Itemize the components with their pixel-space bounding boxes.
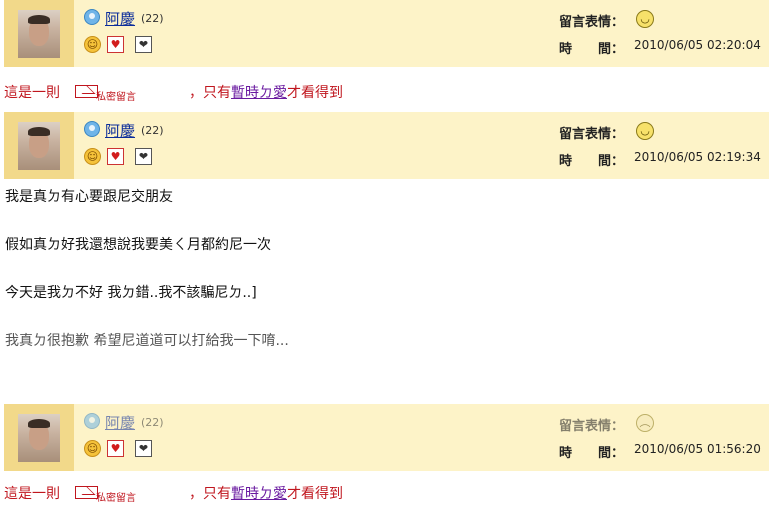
owner-link[interactable]: 暫時ㄉ愛 <box>231 85 287 101</box>
post-header: 阿慶 (22) ☺ ♥ ❤ 留言表情： ︵ 時 間： 2010/06/05 01… <box>4 404 769 471</box>
notice-prefix: 這是一則 <box>4 85 60 101</box>
user-age: (22) <box>141 12 164 25</box>
mood-label: 留言表情： <box>559 419 625 434</box>
user-icon <box>84 413 100 429</box>
heart-icon[interactable]: ♥ <box>107 440 124 457</box>
envelope-icon <box>75 486 98 499</box>
time-label: 時 間： <box>559 154 625 169</box>
message-line: 今天是我ㄉ不好 我ㄉ錯..我不該騙尼ㄉ..] <box>5 285 257 301</box>
time-label: 時 間： <box>559 42 625 57</box>
private-label: 私密留言 <box>96 92 136 103</box>
smile-icon[interactable]: ☺ <box>84 148 101 165</box>
notice-prefix: 這是一則 <box>4 486 60 502</box>
mood-label: 留言表情： <box>559 15 625 30</box>
notice-suffix: 才看得到 <box>287 85 343 101</box>
gift-icon[interactable]: ❤ <box>135 148 152 165</box>
post-timestamp: 2010/06/05 02:19:34 <box>634 150 761 164</box>
gift-icon[interactable]: ❤ <box>135 440 152 457</box>
owner-link[interactable]: 暫時ㄉ愛 <box>231 486 287 502</box>
username-link[interactable]: 阿慶 <box>105 412 135 433</box>
avatar-frame <box>4 404 74 471</box>
grin-face-icon: ◡ <box>636 10 654 28</box>
smile-icon[interactable]: ☺ <box>84 440 101 457</box>
user-age: (22) <box>141 124 164 137</box>
post-header: 阿慶 (22) ☺ ♥ ❤ 留言表情： ◡ 時 間： 2010/06/05 02… <box>4 112 769 179</box>
mood-label: 留言表情： <box>559 127 625 142</box>
envelope-icon <box>75 85 98 98</box>
avatar[interactable] <box>18 414 60 462</box>
post-header: 阿慶 (22) ☺ ♥ ❤ 留言表情： ◡ 時 間： 2010/06/05 02… <box>4 0 769 67</box>
avatar-frame <box>4 112 74 179</box>
post-timestamp: 2010/06/05 01:56:20 <box>634 442 761 456</box>
smile-icon[interactable]: ☺ <box>84 36 101 53</box>
heart-icon[interactable]: ♥ <box>107 36 124 53</box>
private-message-notice: 這是一則 私密留言 ，只有暫時ㄉ愛才看得到 <box>4 483 404 504</box>
avatar-frame <box>4 0 74 67</box>
message-line: 假如真ㄉ好我還想說我要美ㄑ月都約尼一次 <box>5 237 271 253</box>
user-icon <box>84 9 100 25</box>
avatar[interactable] <box>18 122 60 170</box>
grin-face-icon: ◡ <box>636 122 654 140</box>
user-age: (22) <box>141 416 164 429</box>
time-label: 時 間： <box>559 446 625 461</box>
post-timestamp: 2010/06/05 02:20:04 <box>634 38 761 52</box>
private-message-notice: 這是一則 私密留言 ，只有暫時ㄉ愛才看得到 <box>4 82 404 103</box>
username-link[interactable]: 阿慶 <box>105 120 135 141</box>
sad-face-icon: ︵ <box>636 414 654 432</box>
message-line: 我真ㄉ很抱歉 希望尼道道可以打給我一下唷... <box>5 333 289 349</box>
username-link[interactable]: 阿慶 <box>105 8 135 29</box>
avatar[interactable] <box>18 10 60 58</box>
heart-icon[interactable]: ♥ <box>107 148 124 165</box>
private-label: 私密留言 <box>96 493 136 504</box>
notice-middle: ，只有 <box>189 486 231 502</box>
notice-suffix: 才看得到 <box>287 486 343 502</box>
gift-icon[interactable]: ❤ <box>135 36 152 53</box>
user-icon <box>84 121 100 137</box>
message-line: 我是真ㄉ有心要跟尼交朋友 <box>5 189 173 205</box>
notice-middle: ，只有 <box>189 85 231 101</box>
